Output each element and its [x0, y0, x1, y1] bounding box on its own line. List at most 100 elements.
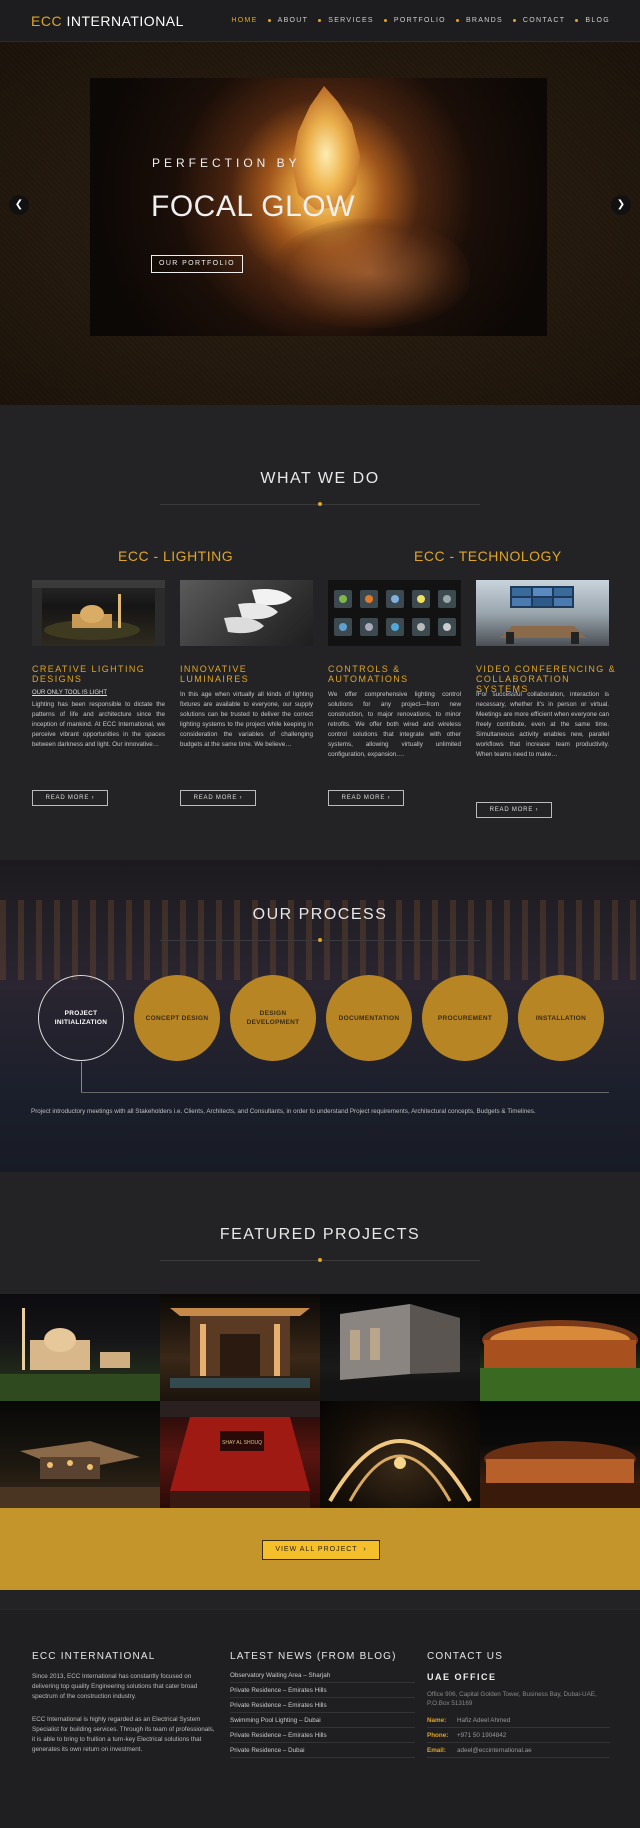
process-step-description: Project introductory meetings with all S… — [31, 1108, 536, 1115]
project-tile-mosque[interactable] — [0, 1294, 160, 1401]
mosque-render-graphic — [32, 580, 165, 646]
control-panel-icons — [334, 590, 456, 636]
dome-ceiling-render — [328, 1439, 472, 1503]
news-link[interactable]: Private Residence – Emirates Hills — [230, 1698, 415, 1713]
read-more-button-luminaires[interactable]: READ MORE › — [180, 790, 256, 806]
arena-lit-render — [480, 1441, 640, 1508]
hero-hands-glow — [270, 218, 470, 328]
nav-item-brands[interactable]: BRANDS — [455, 17, 503, 24]
nav-dot-icon — [267, 19, 271, 22]
arena-night-render — [480, 1320, 640, 1401]
process-step-installation[interactable]: INSTALLATION — [518, 975, 604, 1061]
news-link[interactable]: Observatory Waiting Area – Sharjah — [230, 1668, 415, 1683]
section-divider-dot — [318, 502, 322, 506]
nav-dot-icon — [575, 19, 579, 22]
contact-value: adeel@eccinternational.ae — [457, 1747, 532, 1754]
service-image-luminaires — [180, 580, 313, 646]
read-more-button-video-conferencing[interactable]: READ MORE › — [476, 802, 552, 818]
project-tile-pavilion[interactable] — [0, 1401, 160, 1508]
service-image-controls — [328, 580, 461, 646]
news-link[interactable]: Private Residence – Emirates Hills — [230, 1683, 415, 1698]
site-header: ECC INTERNATIONAL HOME ABOUT SERVICES PO… — [0, 0, 640, 42]
nav-label: PORTFOLIO — [393, 17, 446, 24]
section-divider-dot — [318, 938, 322, 942]
nav-item-about[interactable]: ABOUT — [267, 17, 309, 24]
what-we-do-title: WHAT WE DO — [260, 470, 380, 487]
news-link[interactable]: Private Residence – Emirates Hills — [230, 1728, 415, 1743]
slider-prev-button[interactable]: ❮ — [9, 195, 29, 215]
footer-contact-title: CONTACT US — [427, 1651, 504, 1662]
service-description: In this age when virtually all kinds of … — [180, 691, 313, 748]
chevron-right-icon: › — [239, 795, 243, 801]
nav-dot-icon — [318, 19, 322, 22]
process-step-procurement[interactable]: PROCUREMENT — [422, 975, 508, 1061]
chevron-right-icon: › — [363, 1546, 367, 1553]
nav-dot-icon — [455, 19, 459, 22]
hero-title: FOCAL GLOW — [151, 190, 355, 223]
nav-label: HOME — [231, 17, 258, 24]
button-label: READ MORE — [193, 795, 238, 801]
pendant-luminaires-graphic — [224, 589, 292, 634]
contact-value: Hafiz Adeel Ahmed — [457, 1717, 511, 1724]
mosque-night-render — [0, 1308, 160, 1401]
read-more-button-lighting-designs[interactable]: READ MORE › — [32, 790, 108, 806]
site-logo[interactable]: ECC INTERNATIONAL — [31, 13, 184, 29]
our-portfolio-button[interactable]: OUR PORTFOLIO — [151, 255, 243, 273]
project-tile-building[interactable] — [320, 1294, 480, 1401]
service-description: We offer comprehensive lighting control … — [328, 691, 461, 758]
nav-label: BLOG — [585, 17, 610, 24]
button-label: READ MORE — [45, 795, 90, 801]
process-step-design-development[interactable]: DESIGN DEVELOPMENT — [230, 975, 316, 1061]
contact-row-phone[interactable]: Phone: +971 50 1904842 — [427, 1728, 610, 1743]
contact-row-name: Name: Hafiz Adeel Ahmed — [427, 1713, 610, 1728]
project-tile-arena[interactable] — [480, 1294, 640, 1401]
footer-about-title: ECC INTERNATIONAL — [32, 1651, 156, 1662]
nav-dot-icon — [383, 19, 387, 22]
nav-label: CONTACT — [522, 17, 566, 24]
chevron-left-icon: ❮ — [14, 199, 24, 210]
chevron-right-icon: ❯ — [616, 199, 626, 210]
process-step-project-initialization[interactable]: PROJECT INITIALIZATION — [38, 975, 124, 1061]
shop-sign-text: SHAY AL SHOUQ — [222, 1440, 262, 1446]
section-divider-dot — [318, 1258, 322, 1262]
read-more-button-controls[interactable]: READ MORE › — [328, 790, 404, 806]
building-night-render — [320, 1304, 480, 1401]
news-link[interactable]: Swimming Pool Lighting – Dubai — [230, 1713, 415, 1728]
nav-item-contact[interactable]: CONTACT — [512, 17, 566, 24]
process-connector — [81, 1062, 82, 1092]
office-address: Office 906, Capital Golden Tower, Busine… — [427, 1691, 597, 1707]
main-nav: HOME ABOUT SERVICES PORTFOLIO BRANDS CON… — [221, 17, 610, 24]
nav-label: ABOUT — [277, 17, 309, 24]
news-link[interactable]: Private Residence – Dubai — [230, 1743, 415, 1758]
slider-next-button[interactable]: ❯ — [611, 195, 631, 215]
contact-row-email[interactable]: Email: adeel@eccinternational.ae — [427, 1743, 610, 1758]
process-step-documentation[interactable]: DOCUMENTATION — [326, 975, 412, 1061]
project-tile-facade[interactable] — [160, 1294, 320, 1401]
view-all-project-button[interactable]: VIEW ALL PROJECT › — [262, 1540, 380, 1560]
group-title-lighting: ECC - LIGHTING — [118, 548, 234, 564]
service-title-luminaires: INNOVATIVE LUMINAIRES — [180, 664, 250, 684]
chevron-right-icon: › — [387, 795, 391, 801]
contact-label: Name: — [427, 1717, 447, 1724]
service-image-video-conferencing — [476, 580, 609, 646]
meeting-room-graphic — [500, 586, 586, 644]
project-tile-dome[interactable] — [320, 1401, 480, 1508]
featured-projects-title: FEATURED PROJECTS — [219, 1226, 421, 1243]
footer-about-paragraph-2: ECC International is highly regarded as … — [32, 1716, 215, 1753]
button-label: READ MORE — [489, 807, 534, 813]
nav-label: BRANDS — [465, 17, 503, 24]
footer-about-paragraph-1: Since 2013, ECC International has consta… — [32, 1673, 198, 1700]
logo-accent-text: ECC — [31, 13, 63, 29]
contact-label: Email: — [427, 1747, 446, 1754]
nav-item-portfolio[interactable]: PORTFOLIO — [383, 17, 446, 24]
project-tile-interior-red[interactable]: SHAY AL SHOUQ — [160, 1401, 320, 1508]
nav-item-home[interactable]: HOME — [231, 17, 257, 24]
process-step-concept-design[interactable]: CONCEPT DESIGN — [134, 975, 220, 1061]
contact-label: Phone: — [427, 1732, 449, 1739]
group-title-technology: ECC - TECHNOLOGY — [414, 548, 562, 564]
red-interior-render: SHAY AL SHOUQ — [160, 1401, 320, 1508]
project-tile-arena-night[interactable] — [480, 1401, 640, 1508]
process-connector-line — [81, 1092, 609, 1093]
nav-item-blog[interactable]: BLOG — [575, 17, 610, 24]
nav-item-services[interactable]: SERVICES — [318, 17, 374, 24]
